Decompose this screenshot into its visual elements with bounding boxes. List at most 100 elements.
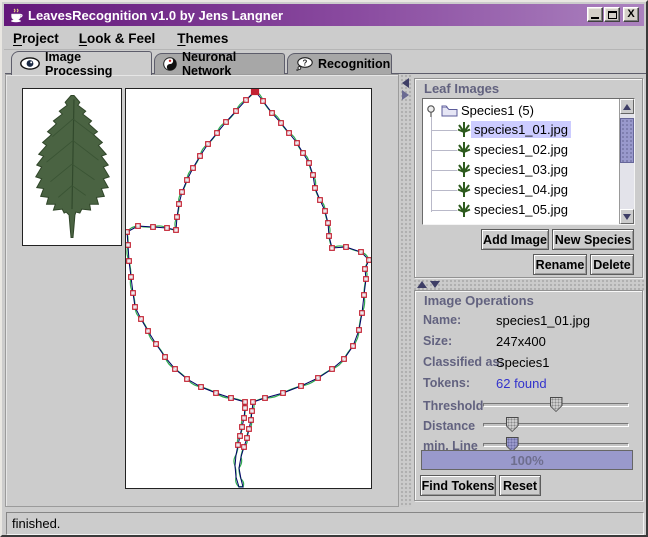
add-image-button[interactable]: Add Image	[481, 229, 549, 250]
collapse-up-icon[interactable]	[417, 281, 427, 288]
expand-down-icon[interactable]	[430, 281, 440, 288]
menu-look-and-feel[interactable]: Look & Feel	[73, 29, 162, 48]
token-marker	[327, 234, 332, 239]
arrow-down-icon	[623, 214, 631, 220]
token-marker	[270, 111, 275, 116]
token-marker	[244, 98, 249, 103]
tree-handle-icon[interactable]	[425, 103, 437, 119]
horizontal-split-divider[interactable]	[413, 279, 647, 290]
image-operations-group: Image Operations Name: species1_01.jpg S…	[414, 290, 643, 501]
minimize-icon	[591, 17, 599, 19]
menu-project[interactable]: Project	[7, 29, 65, 48]
image-operations-title: Image Operations	[424, 293, 534, 308]
close-icon: X	[627, 8, 634, 21]
tree-item-label[interactable]: species1_04.jpg	[471, 181, 571, 198]
status-text: finished.	[12, 516, 60, 531]
token-marker	[236, 443, 241, 448]
token-marker	[131, 291, 136, 296]
arrow-up-icon	[623, 104, 631, 110]
expand-right-icon[interactable]	[402, 90, 409, 100]
tree-item[interactable]: species1_01.jpg	[457, 120, 571, 139]
token-marker	[316, 376, 321, 381]
token-marker	[311, 173, 316, 178]
tokens-label: Tokens:	[423, 376, 470, 390]
tree-item-label[interactable]: species1_05.jpg	[471, 201, 571, 218]
maximize-button[interactable]	[604, 7, 620, 22]
token-marker	[295, 141, 300, 146]
tab-image-processing[interactable]: Image Processing	[11, 51, 152, 75]
token-marker	[240, 425, 245, 430]
tree-item[interactable]: species1_05.jpg	[457, 200, 571, 219]
token-marker	[215, 131, 220, 136]
token-marker	[330, 246, 335, 251]
contour-drawing	[126, 89, 371, 488]
tree-line	[431, 117, 432, 212]
reset-button[interactable]: Reset	[499, 475, 541, 496]
scrollbar-thumb[interactable]	[620, 118, 634, 163]
new-species-button[interactable]: New Species	[552, 229, 634, 250]
token-marker	[250, 409, 255, 414]
token-marker	[175, 215, 180, 220]
token-marker	[165, 226, 170, 231]
minimize-button[interactable]	[587, 7, 603, 22]
token-marker	[279, 121, 284, 126]
tree-item[interactable]: species1_04.jpg	[457, 180, 571, 199]
tab-recognition[interactable]: ? Recognition	[287, 53, 392, 74]
token-marker	[127, 259, 132, 264]
progress-bar: 100%	[421, 450, 633, 470]
token-marker	[318, 198, 323, 203]
tree-root-row[interactable]: Species1 (5)	[425, 101, 537, 120]
token-marker	[299, 384, 304, 389]
tree-item-label[interactable]: species1_02.jpg	[471, 141, 571, 158]
rename-button[interactable]: Rename	[533, 254, 587, 275]
title-bar[interactable]: LeavesRecognition v1.0 by Jens Langner X	[4, 4, 644, 26]
token-marker	[234, 109, 239, 114]
tree-item[interactable]: species1_03.jpg	[457, 160, 571, 179]
menu-themes[interactable]: Themes	[171, 29, 234, 48]
close-button[interactable]: X	[623, 7, 639, 22]
progress-label: 100%	[422, 451, 632, 469]
token-marker	[342, 357, 347, 362]
token-marker	[126, 243, 130, 248]
tab-neuronal-network[interactable]: Neuronal Network	[154, 53, 285, 74]
token-marker	[174, 228, 179, 233]
tree-item-label[interactable]: species1_03.jpg	[471, 161, 571, 178]
find-tokens-button[interactable]: Find Tokens	[420, 475, 496, 496]
contour-canvas	[125, 88, 372, 489]
delete-button[interactable]: Delete	[590, 254, 634, 275]
menu-bar: Project Look & Feel Themes	[4, 28, 644, 50]
token-marker	[214, 391, 219, 396]
leaf-images-group: Leaf Images Species1 (5)	[414, 78, 643, 278]
tree-root-label[interactable]: Species1 (5)	[458, 102, 537, 119]
scroll-up-button[interactable]	[620, 99, 634, 114]
token-marker	[249, 418, 254, 423]
leaf-icon	[457, 201, 471, 218]
maximize-icon	[608, 11, 617, 19]
name-value: species1_01.jpg	[496, 313, 590, 328]
token-marker	[351, 344, 356, 349]
token-marker	[344, 245, 349, 250]
collapse-left-icon[interactable]	[402, 78, 409, 88]
tree-item[interactable]: species1_02.jpg	[457, 140, 571, 159]
leaf-icon	[457, 161, 471, 178]
token-marker	[139, 317, 144, 322]
threshold-slider-thumb[interactable]	[550, 397, 563, 412]
app-window: LeavesRecognition v1.0 by Jens Langner X…	[0, 0, 648, 537]
distance-label: Distance	[423, 419, 475, 433]
token-marker	[163, 355, 168, 360]
token-marker	[199, 385, 204, 390]
leaf-icon	[457, 141, 471, 158]
scroll-down-button[interactable]	[620, 209, 634, 224]
vertical-split-divider[interactable]	[400, 74, 412, 507]
token-marker	[363, 267, 368, 272]
token-marker	[243, 400, 248, 405]
token-marker	[198, 154, 203, 159]
token-marker	[242, 445, 247, 450]
tree-item-label[interactable]: species1_01.jpg	[471, 121, 571, 138]
tree-scrollbar[interactable]	[619, 99, 634, 224]
token-marker	[243, 406, 248, 411]
distance-slider-thumb[interactable]	[506, 417, 519, 432]
token-marker	[154, 342, 159, 347]
token-marker	[330, 367, 335, 372]
token-marker	[313, 186, 318, 191]
